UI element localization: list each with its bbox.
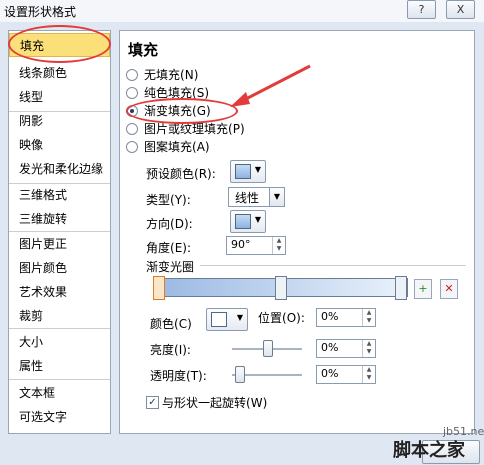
sidebar-item-glow-soft-edges[interactable]: 发光和柔化边缘 <box>9 157 110 181</box>
sidebar-item-size[interactable]: 大小 <box>9 330 110 354</box>
rotate-with-shape-checkbox[interactable]: ✓ <box>146 396 159 409</box>
sidebar-item-shadow[interactable]: 阴影 <box>9 109 110 133</box>
type-dropdown[interactable]: 线性 ▼ <box>228 187 285 207</box>
position-spinner[interactable]: 0% ▲ ▼ <box>316 308 376 327</box>
angle-spinner[interactable]: 90° ▲ ▼ <box>226 236 286 255</box>
sidebar-item-alt-text[interactable]: 可选文字 <box>9 405 110 429</box>
sidebar-item-line-style[interactable]: 线型 <box>9 85 110 109</box>
sidebar-item-3d-format[interactable]: 三维格式 <box>9 183 110 207</box>
chevron-down-icon: ▼ <box>236 313 243 322</box>
access-key: N <box>184 68 194 82</box>
add-stop-icon[interactable]: + <box>414 279 432 299</box>
radio-button[interactable] <box>126 122 138 135</box>
spinner-arrows[interactable]: ▲ ▼ <box>362 309 375 326</box>
chevron-down-icon[interactable]: ▼ <box>269 188 284 206</box>
remove-stop-icon[interactable]: ✕ <box>440 279 458 299</box>
spinner-arrows[interactable]: ▲ ▼ <box>272 237 285 254</box>
category-sidebar: 填充 线条颜色 线型 阴影 映像 发光和柔化边缘 三维格式 三维旋转 图片更正 … <box>8 30 111 434</box>
angle-value: 90° <box>231 238 251 251</box>
access-key: A <box>196 140 205 154</box>
sidebar-item-line-color[interactable]: 线条颜色 <box>9 61 110 85</box>
sidebar-divider <box>9 379 110 380</box>
title-bar: 设置形状格式 ? X <box>0 0 484 22</box>
spin-up-icon[interactable]: ▲ <box>363 366 375 374</box>
color-label: 颜色(C) <box>150 317 192 331</box>
window-title: 设置形状格式 <box>4 5 77 19</box>
sidebar-item-crop[interactable]: 裁剪 <box>9 304 110 328</box>
chevron-down-icon: ▼ <box>254 215 261 224</box>
dialog-window: 设置形状格式 ? X 填充 线条颜色 线型 阴影 映像 发光和柔化边缘 三维格式… <box>0 0 484 465</box>
gradient-stops-label: 渐变光圈 <box>146 260 195 274</box>
spin-up-icon[interactable]: ▲ <box>363 340 375 348</box>
paint-bucket-icon <box>211 312 227 327</box>
type-label: 类型(Y): <box>146 193 191 207</box>
transparency-slider-thumb[interactable] <box>235 366 245 383</box>
radio-label: 图片或纹理填充 <box>144 122 229 136</box>
brightness-value: 0% <box>321 341 339 354</box>
access-key: P <box>232 122 240 136</box>
panel-heading: 填充 <box>128 41 159 59</box>
annotation-circle <box>8 25 111 63</box>
spinner-arrows[interactable]: ▲ ▼ <box>362 340 375 357</box>
position-label: 位置(O): <box>258 311 305 325</box>
radio-button[interactable] <box>126 86 138 99</box>
annotation-arrow-icon <box>230 64 311 107</box>
spin-down-icon[interactable]: ▼ <box>363 317 375 325</box>
close-button[interactable]: X <box>446 0 475 19</box>
preset-colors-button[interactable]: ▼ <box>230 160 266 183</box>
radio-label: 图案填充 <box>144 140 193 154</box>
type-value: 线性 <box>235 191 260 205</box>
brightness-label: 亮度(I): <box>150 343 191 357</box>
sidebar-item-picture-corrections[interactable]: 图片更正 <box>9 232 110 256</box>
position-value: 0% <box>321 310 339 323</box>
chevron-down-icon: ▼ <box>254 165 261 174</box>
sidebar-divider <box>9 328 110 329</box>
direction-button[interactable]: ▼ <box>230 210 266 233</box>
sidebar-item-artistic-effects[interactable]: 艺术效果 <box>9 280 110 304</box>
transparency-spinner[interactable]: 0% ▲ ▼ <box>316 365 376 384</box>
gradient-stop[interactable] <box>275 276 287 300</box>
radio-button[interactable] <box>126 140 138 153</box>
gradient-stop[interactable] <box>395 276 407 300</box>
transparency-label: 透明度(T): <box>150 369 207 383</box>
angle-label: 角度(E): <box>146 241 192 255</box>
sidebar-item-reflection[interactable]: 映像 <box>9 133 110 157</box>
sidebar-item-text-box[interactable]: 文本框 <box>9 381 110 405</box>
sidebar-item-picture-color[interactable]: 图片颜色 <box>9 256 110 280</box>
stop-color-button[interactable]: ▼ <box>206 308 248 331</box>
color-swatch <box>235 164 251 179</box>
rotate-with-shape-label: 与形状一起旋转(W) <box>162 396 268 410</box>
spin-down-icon[interactable]: ▼ <box>363 348 375 356</box>
spin-up-icon[interactable]: ▲ <box>273 237 285 245</box>
spin-down-icon[interactable]: ▼ <box>363 374 375 382</box>
direction-swatch <box>235 214 251 229</box>
sidebar-item-3d-rotation[interactable]: 三维旋转 <box>9 207 110 231</box>
sidebar-item-properties[interactable]: 属性 <box>9 354 110 378</box>
section-divider <box>200 265 466 266</box>
brightness-spinner[interactable]: 0% ▲ ▼ <box>316 339 376 358</box>
transparency-value: 0% <box>321 367 339 380</box>
preset-colors-label: 预设颜色(R): <box>146 167 216 181</box>
spin-down-icon[interactable]: ▼ <box>273 245 285 253</box>
watermark-site-name: 脚本之家 <box>393 440 465 461</box>
spin-up-icon[interactable]: ▲ <box>363 309 375 317</box>
radio-pattern-fill[interactable]: 图案填充(A) <box>126 139 210 155</box>
brightness-slider-thumb[interactable] <box>263 340 273 357</box>
help-button[interactable]: ? <box>407 0 436 19</box>
spinner-arrows[interactable]: ▲ ▼ <box>362 366 375 383</box>
direction-label: 方向(D): <box>146 217 193 231</box>
radio-label: 无填充 <box>144 68 181 82</box>
radio-no-fill[interactable]: 无填充(N) <box>126 67 198 83</box>
radio-button[interactable] <box>126 68 138 81</box>
gradient-stop-selected[interactable] <box>153 276 165 300</box>
